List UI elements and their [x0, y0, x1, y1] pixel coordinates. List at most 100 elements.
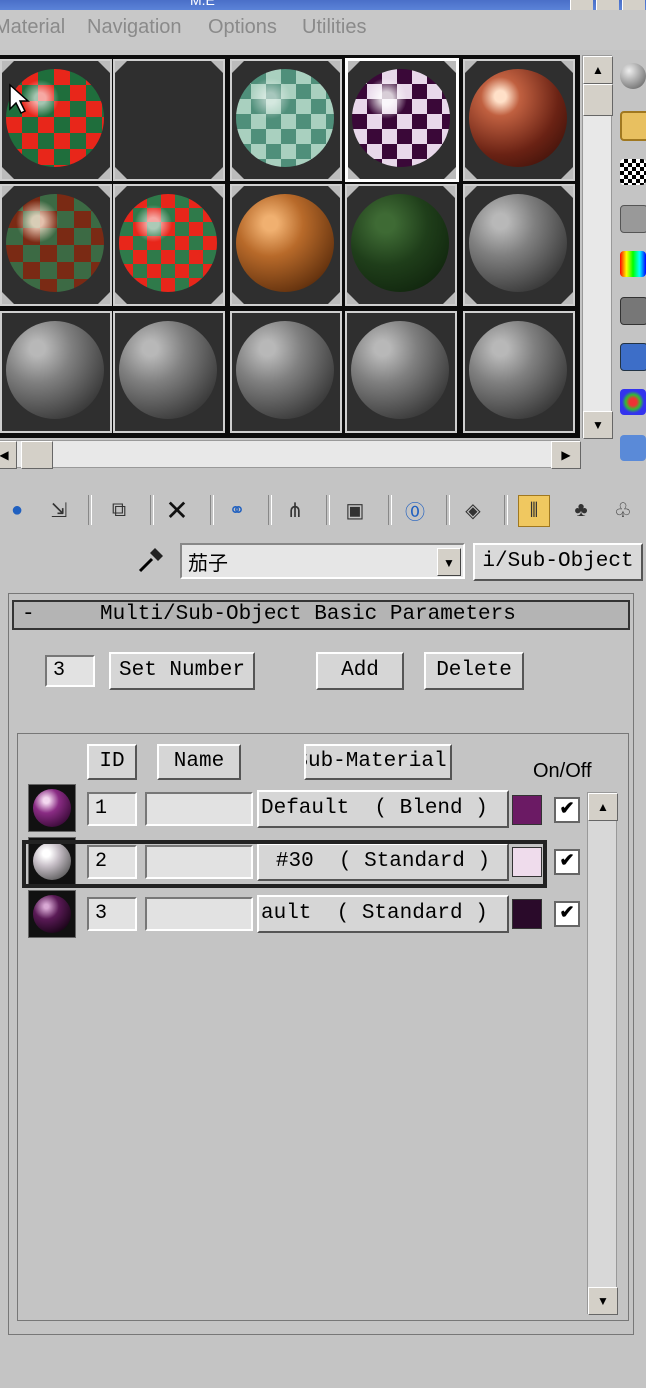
maximize-button[interactable] — [596, 0, 619, 10]
eyedropper-icon[interactable] — [136, 545, 166, 575]
slot-corner-icon — [115, 186, 127, 198]
color-swatch[interactable] — [512, 899, 542, 929]
menu-material[interactable]: Material — [0, 16, 65, 39]
on-off-checkbox[interactable]: ✔ — [554, 797, 580, 823]
scroll-up-button[interactable]: ▲ — [583, 56, 613, 84]
on-off-checkbox[interactable]: ✔ — [554, 849, 580, 875]
go-to-parent-icon[interactable]: ♣ — [566, 495, 596, 525]
slot-corner-icon — [561, 292, 573, 304]
scroll-left-button[interactable]: ◀ — [0, 441, 17, 469]
backlight-icon[interactable] — [620, 111, 646, 141]
sample-slot[interactable] — [463, 311, 575, 433]
scroll-down-button[interactable]: ▼ — [588, 1287, 618, 1315]
delete-button[interactable]: Delete — [424, 652, 524, 690]
menu-bar: Material Navigation Options Utilities — [0, 10, 646, 50]
slot-corner-icon — [2, 292, 14, 304]
slot-corner-icon — [561, 167, 573, 179]
sample-slot-active[interactable] — [345, 58, 459, 182]
slot-corner-icon — [328, 61, 340, 73]
material-name-field[interactable] — [145, 792, 253, 826]
assign-to-selection-icon[interactable]: ⧉ — [104, 495, 134, 525]
slot-corner-icon — [443, 292, 455, 304]
sub-material-button[interactable]: Default ( Blend ) — [257, 790, 509, 828]
chevron-down-icon[interactable]: ▼ — [437, 548, 461, 576]
sample-uv-icon[interactable] — [620, 205, 646, 233]
sort-by-sub-material-button[interactable]: Sub-Material — [304, 744, 452, 780]
rollout-header[interactable]: - Multi/Sub-Object Basic Parameters — [12, 600, 630, 630]
options-icon[interactable] — [620, 343, 646, 371]
make-preview-icon[interactable] — [620, 297, 646, 325]
slot-corner-icon — [465, 186, 477, 198]
slot-corner-icon — [328, 186, 340, 198]
show-end-result-icon[interactable]: ⫴ — [518, 495, 550, 527]
select-by-material-icon[interactable] — [620, 389, 646, 415]
scroll-thumb[interactable] — [21, 441, 53, 469]
put-to-scene-icon[interactable]: ⇲ — [44, 495, 74, 525]
material-id-field[interactable]: 3 — [87, 897, 137, 931]
close-button[interactable] — [622, 0, 645, 10]
get-material-icon[interactable]: ● — [2, 495, 32, 525]
sample-slot[interactable] — [113, 184, 225, 306]
sub-material-thumbnail[interactable] — [28, 784, 76, 832]
gray-sphere-icon — [119, 321, 217, 419]
sample-slot[interactable] — [113, 311, 225, 433]
minimize-button[interactable] — [570, 0, 593, 10]
slot-corner-icon — [115, 292, 127, 304]
material-id-field[interactable]: 1 — [87, 792, 137, 826]
sample-slot[interactable] — [345, 311, 457, 433]
menu-options[interactable]: Options — [208, 16, 277, 39]
sub-material-thumbnail[interactable] — [28, 890, 76, 938]
slot-corner-icon — [561, 186, 573, 198]
add-button[interactable]: Add — [316, 652, 404, 690]
slot-corner-icon — [348, 61, 360, 73]
slot-corner-icon — [98, 167, 110, 179]
color-swatch[interactable] — [512, 795, 542, 825]
sample-slot[interactable] — [463, 59, 575, 181]
slot-corner-icon — [347, 292, 359, 304]
background-checker-icon[interactable] — [620, 159, 646, 185]
sample-slot[interactable] — [345, 184, 457, 306]
material-editor-toolbar: ● ⇲ ⧉ ✕ ⚭ ⋔ ▣ ⓪ ◈ ⫴ ♣ ♧ — [0, 485, 646, 537]
sample-slot[interactable] — [463, 184, 575, 306]
material-id-channel-icon[interactable]: ⓪ — [400, 495, 430, 525]
sample-slot[interactable] — [230, 184, 342, 306]
scroll-right-button[interactable]: ▶ — [551, 441, 581, 469]
go-forward-to-sibling-icon[interactable]: ♧ — [608, 495, 638, 525]
sort-by-id-button[interactable]: ID — [87, 744, 137, 780]
sample-slot[interactable] — [0, 59, 112, 181]
sub-material-list-scrollbar[interactable]: ▲ ▼ — [587, 792, 618, 1315]
scroll-thumb[interactable] — [583, 84, 613, 116]
on-off-checkbox[interactable]: ✔ — [554, 901, 580, 927]
material-type-button[interactable]: i/Sub-Object — [473, 543, 643, 581]
slots-vertical-scrollbar[interactable]: ▲ ▼ — [582, 55, 613, 439]
sample-slot[interactable] — [230, 311, 342, 433]
sub-material-button[interactable]: ault ( Standard ) — [257, 895, 509, 933]
video-color-check-icon[interactable] — [620, 251, 646, 277]
make-unique-icon[interactable]: ⋔ — [280, 495, 310, 525]
make-copy-icon[interactable]: ⚭ — [222, 495, 252, 525]
number-of-materials-field[interactable]: 3 — [45, 655, 95, 687]
material-name-input[interactable]: 茄子 — [180, 543, 465, 579]
sample-slot[interactable] — [0, 311, 112, 433]
menu-utilities[interactable]: Utilities — [302, 16, 366, 39]
menu-navigation[interactable]: Navigation — [87, 16, 182, 39]
set-number-button[interactable]: Set Number — [109, 652, 255, 690]
sort-by-name-button[interactable]: Name — [157, 744, 241, 780]
sample-slot[interactable] — [0, 184, 112, 306]
slot-corner-icon — [465, 292, 477, 304]
sample-type-sphere-icon[interactable] — [620, 63, 646, 89]
show-map-in-viewport-icon[interactable]: ◈ — [458, 495, 488, 525]
put-to-library-icon[interactable]: ▣ — [340, 495, 370, 525]
material-name-field[interactable] — [145, 897, 253, 931]
material-navigator-icon[interactable] — [620, 435, 646, 461]
sample-slot[interactable] — [230, 59, 342, 181]
toolbar-divider — [150, 495, 154, 525]
scroll-down-button[interactable]: ▼ — [583, 411, 613, 439]
reset-map-icon[interactable]: ✕ — [162, 495, 192, 526]
scroll-up-button[interactable]: ▲ — [588, 793, 618, 821]
slots-horizontal-scrollbar[interactable]: ◀ ▶ — [0, 440, 581, 469]
side-toolbar — [614, 55, 646, 475]
selected-row-highlight — [22, 840, 547, 888]
sample-slot[interactable] — [113, 59, 225, 181]
slot-corner-icon — [561, 61, 573, 73]
